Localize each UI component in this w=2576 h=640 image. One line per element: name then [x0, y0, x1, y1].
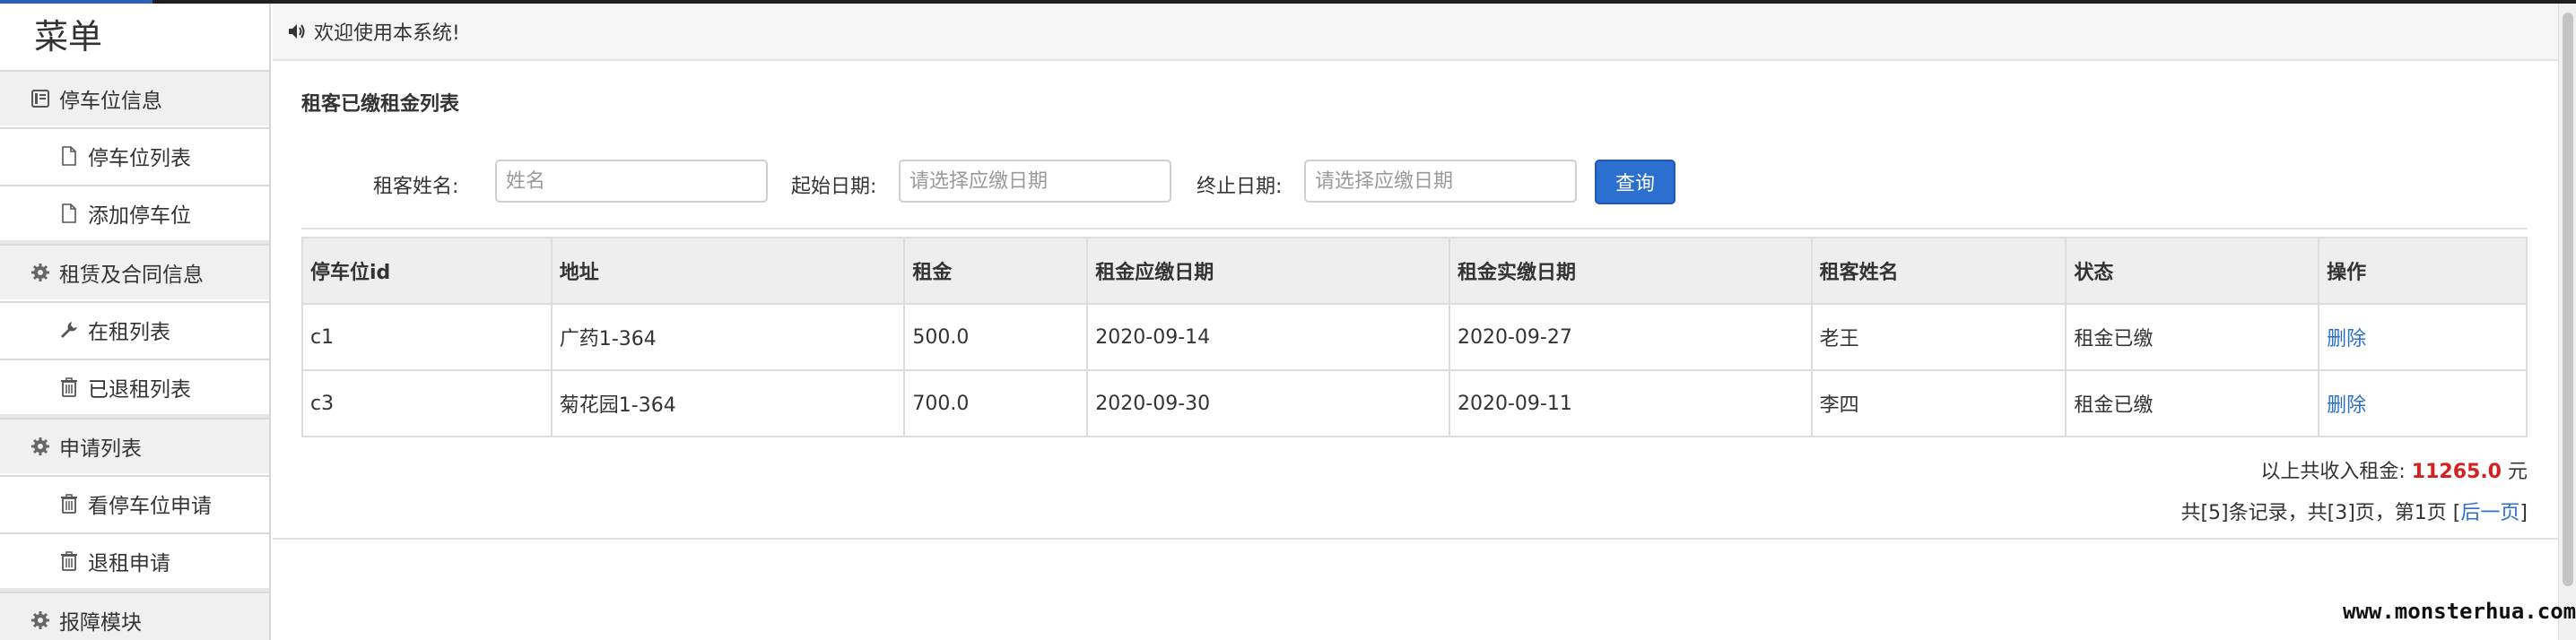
trash-icon	[57, 376, 81, 399]
book-icon	[29, 87, 52, 110]
end-date-label: 终止日期:	[1197, 176, 1283, 198]
pager: 共[5]条记录，共[3]页，第1页 [后一页]	[2180, 497, 2528, 525]
pager-bracket-close: ]	[2519, 502, 2528, 524]
volume-icon	[287, 22, 307, 41]
gear-icon	[29, 435, 52, 458]
table-row: c3 菊花园1-364 700.0 2020-09-30 2020-09-11 …	[301, 369, 2528, 437]
file-icon	[57, 202, 81, 225]
table-cell: 2020-09-27	[1448, 303, 1813, 371]
gear-icon	[29, 609, 52, 632]
scrollbar-thumb[interactable]	[2563, 13, 2573, 586]
table-cell: c3	[301, 369, 553, 437]
table-cell: 2020-09-11	[1448, 369, 1813, 437]
tenant-name-label: 租客姓名:	[373, 176, 459, 198]
delete-link[interactable]: 删除	[2327, 394, 2366, 417]
tenant-name-input[interactable]	[495, 160, 768, 203]
start-date-label: 起始日期:	[791, 176, 877, 198]
trash-icon	[57, 549, 81, 573]
sidebar-item-label: 在租列表	[88, 321, 170, 344]
sidebar-group-label: 停车位信息	[59, 90, 162, 113]
next-page-link[interactable]: 后一页	[2460, 502, 2519, 524]
sidebar-group-parking-info[interactable]: 停车位信息	[0, 70, 269, 125]
file-icon	[57, 144, 81, 168]
pager-text: 共[5]条记录，共[3]页，第1页	[2180, 502, 2447, 524]
table-cell: 李四	[1810, 369, 2067, 437]
main-content: 欢迎使用本系统! 租客已缴租金列表 租客姓名: 起始日期: 终止日期: 查询 停…	[273, 4, 2558, 640]
table-cell: 租金已缴	[2065, 303, 2320, 371]
summary-prefix: 以上共收入租金:	[2260, 461, 2406, 483]
sidebar-item-renting-list[interactable]: 在租列表	[0, 301, 269, 357]
table-header: 租金	[903, 237, 1089, 305]
sidebar-item-add-parking[interactable]: 添加停车位	[0, 185, 269, 240]
table-header: 租客姓名	[1810, 237, 2067, 305]
notice-bar: 欢迎使用本系统!	[273, 4, 2558, 61]
table-header-row: 停车位id 地址 租金 租金应缴日期 租金实缴日期 租客姓名 状态 操作	[301, 237, 2528, 305]
delete-link[interactable]: 删除	[2327, 328, 2366, 350]
scrollbar[interactable]	[2558, 4, 2576, 640]
table-cell: 菊花园1-364	[550, 369, 906, 437]
table-header: 地址	[550, 237, 906, 305]
table-cell: 删除	[2318, 369, 2528, 437]
sidebar-item-label: 添加停车位	[88, 204, 191, 228]
sidebar-group-label: 申请列表	[59, 437, 142, 461]
table-header: 租金实缴日期	[1448, 237, 1813, 305]
notice-text: 欢迎使用本系统!	[314, 22, 460, 45]
table-cell: 广药1-364	[550, 303, 906, 371]
summary-suffix: 元	[2507, 461, 2528, 483]
table-cell: 500.0	[903, 303, 1089, 371]
sidebar-item-ended-list[interactable]: 已退租列表	[0, 359, 269, 414]
table-row: c1 广药1-364 500.0 2020-09-14 2020-09-27 老…	[301, 303, 2528, 371]
footer-divider	[273, 538, 2558, 540]
sidebar-item-label: 停车位列表	[88, 147, 191, 170]
wrench-icon	[57, 318, 81, 342]
sidebar-group-label: 租赁及合同信息	[59, 264, 204, 287]
sidebar-item-parking-applications[interactable]: 看停车位申请	[0, 475, 269, 531]
trash-icon	[57, 492, 81, 515]
sidebar-title: 菜单	[34, 17, 103, 56]
sidebar-item-parking-list[interactable]: 停车位列表	[0, 127, 269, 183]
sidebar-group-repair[interactable]: 报障模块	[0, 592, 269, 640]
divider	[301, 228, 2528, 229]
table-cell: 租金已缴	[2065, 369, 2320, 437]
table-cell: c1	[301, 303, 553, 371]
table-header: 停车位id	[301, 237, 553, 305]
sidebar-group-lease-info[interactable]: 租赁及合同信息	[0, 244, 269, 299]
start-date-input[interactable]	[899, 160, 1171, 203]
panel-title: 租客已缴租金列表	[301, 93, 460, 116]
sidebar: 菜单 停车位信息 停车位列表 添加停车位 租赁及合同信息 在租列表 已退租列表 …	[0, 4, 271, 640]
sidebar-item-end-lease-applications[interactable]: 退租申请	[0, 532, 269, 588]
table-cell: 老王	[1810, 303, 2067, 371]
watermark: www.monsterhua.com	[2343, 599, 2576, 624]
sidebar-item-label: 看停车位申请	[88, 495, 212, 518]
rent-summary: 以上共收入租金: 11265.0 元	[2260, 455, 2528, 484]
end-date-input[interactable]	[1304, 160, 1577, 203]
summary-amount: 11265.0	[2411, 461, 2502, 483]
table-cell: 2020-09-30	[1086, 369, 1450, 437]
table-cell: 2020-09-14	[1086, 303, 1450, 371]
sidebar-item-label: 退租申请	[88, 552, 170, 575]
sidebar-item-label: 已退租列表	[88, 378, 191, 402]
gear-icon	[29, 261, 52, 284]
sidebar-group-label: 报障模块	[59, 611, 142, 635]
rent-table: 停车位id 地址 租金 租金应缴日期 租金实缴日期 租客姓名 状态 操作 c1 …	[301, 237, 2528, 437]
table-cell: 700.0	[903, 369, 1089, 437]
table-header: 租金应缴日期	[1086, 237, 1450, 305]
table-header: 状态	[2065, 237, 2320, 305]
table-header: 操作	[2318, 237, 2528, 305]
sidebar-group-applications[interactable]: 申请列表	[0, 418, 269, 473]
query-button[interactable]: 查询	[1595, 160, 1675, 204]
table-cell: 删除	[2318, 303, 2528, 371]
